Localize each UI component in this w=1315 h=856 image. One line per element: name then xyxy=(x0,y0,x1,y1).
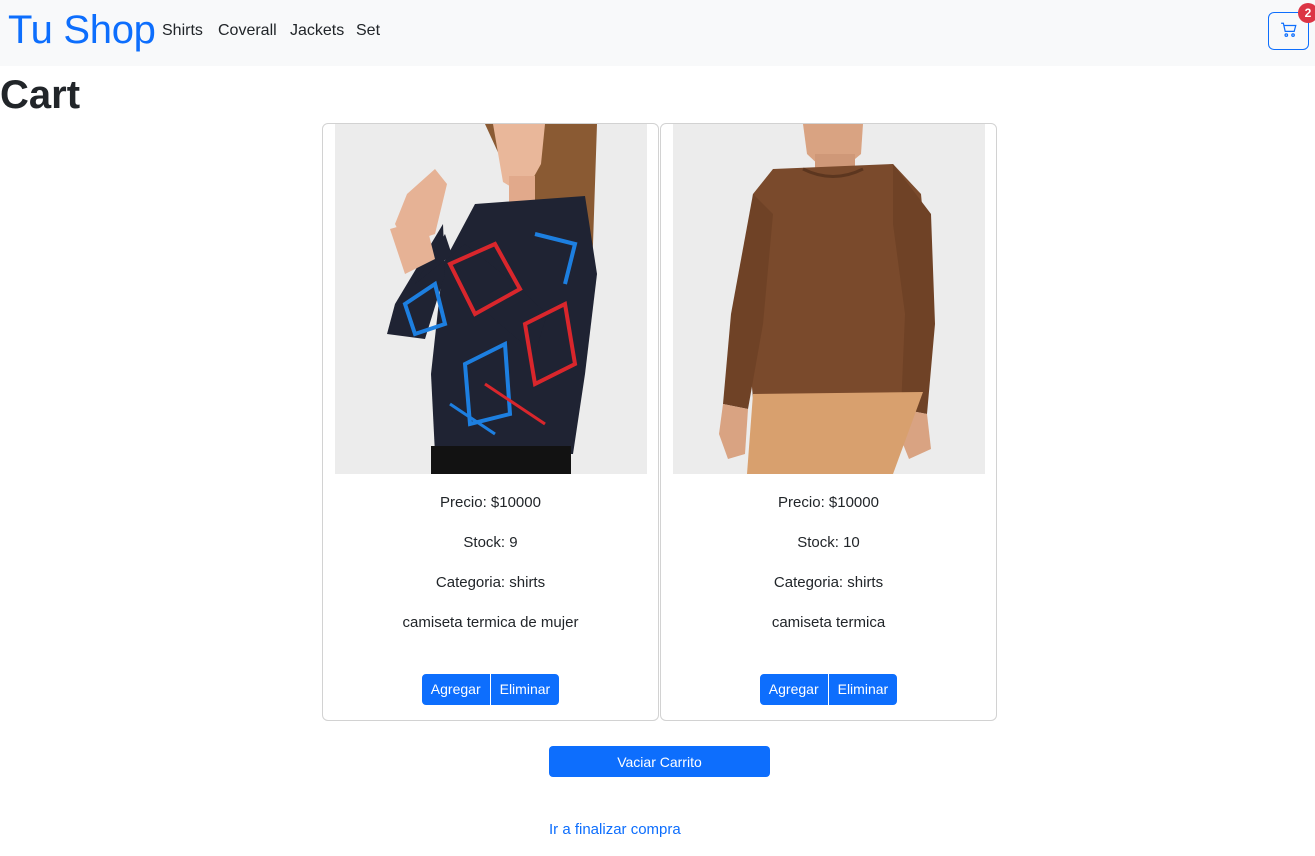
nav-link-set[interactable]: Set xyxy=(356,21,380,41)
product-category: Categoria: shirts xyxy=(435,574,546,591)
empty-cart-button[interactable]: Vaciar Carrito xyxy=(549,746,770,777)
brand-logo[interactable]: Tu Shop xyxy=(8,6,156,54)
product-image xyxy=(673,124,985,474)
cart-button[interactable]: 2 xyxy=(1268,3,1315,50)
checkout-link[interactable]: Ir a finalizar compra xyxy=(549,820,681,840)
product-price: Precio: $10000 xyxy=(440,494,541,511)
remove-button[interactable]: Eliminar xyxy=(490,674,560,705)
item-button-group: Agregar Eliminar xyxy=(323,674,658,705)
remove-button[interactable]: Eliminar xyxy=(828,674,898,705)
page-title: Cart xyxy=(0,73,81,117)
item-button-group: Agregar Eliminar xyxy=(661,674,996,705)
navbar: Tu Shop Shirts Coverall Jackets Set 2 xyxy=(0,0,1315,66)
cart-item-card: Precio: $10000 Stock: 9 Categoria: shirt… xyxy=(322,123,659,721)
cart-count-badge: 2 xyxy=(1298,3,1315,23)
product-stock: Stock: 9 xyxy=(463,534,518,551)
nav-link-coverall[interactable]: Coverall xyxy=(218,21,277,41)
nav-link-shirts[interactable]: Shirts xyxy=(162,21,203,41)
product-stock: Stock: 10 xyxy=(797,534,860,551)
product-image xyxy=(335,124,647,474)
product-description: camiseta termica xyxy=(771,614,886,631)
cart-item-card: Precio: $10000 Stock: 10 Categoria: shir… xyxy=(660,123,997,721)
product-price: Precio: $10000 xyxy=(778,494,879,511)
nav-link-jackets[interactable]: Jackets xyxy=(290,21,344,41)
add-button[interactable]: Agregar xyxy=(421,674,490,705)
product-description: camiseta termica de mujer xyxy=(402,614,579,631)
product-category: Categoria: shirts xyxy=(773,574,884,591)
cart-icon xyxy=(1280,21,1298,42)
add-button[interactable]: Agregar xyxy=(759,674,828,705)
